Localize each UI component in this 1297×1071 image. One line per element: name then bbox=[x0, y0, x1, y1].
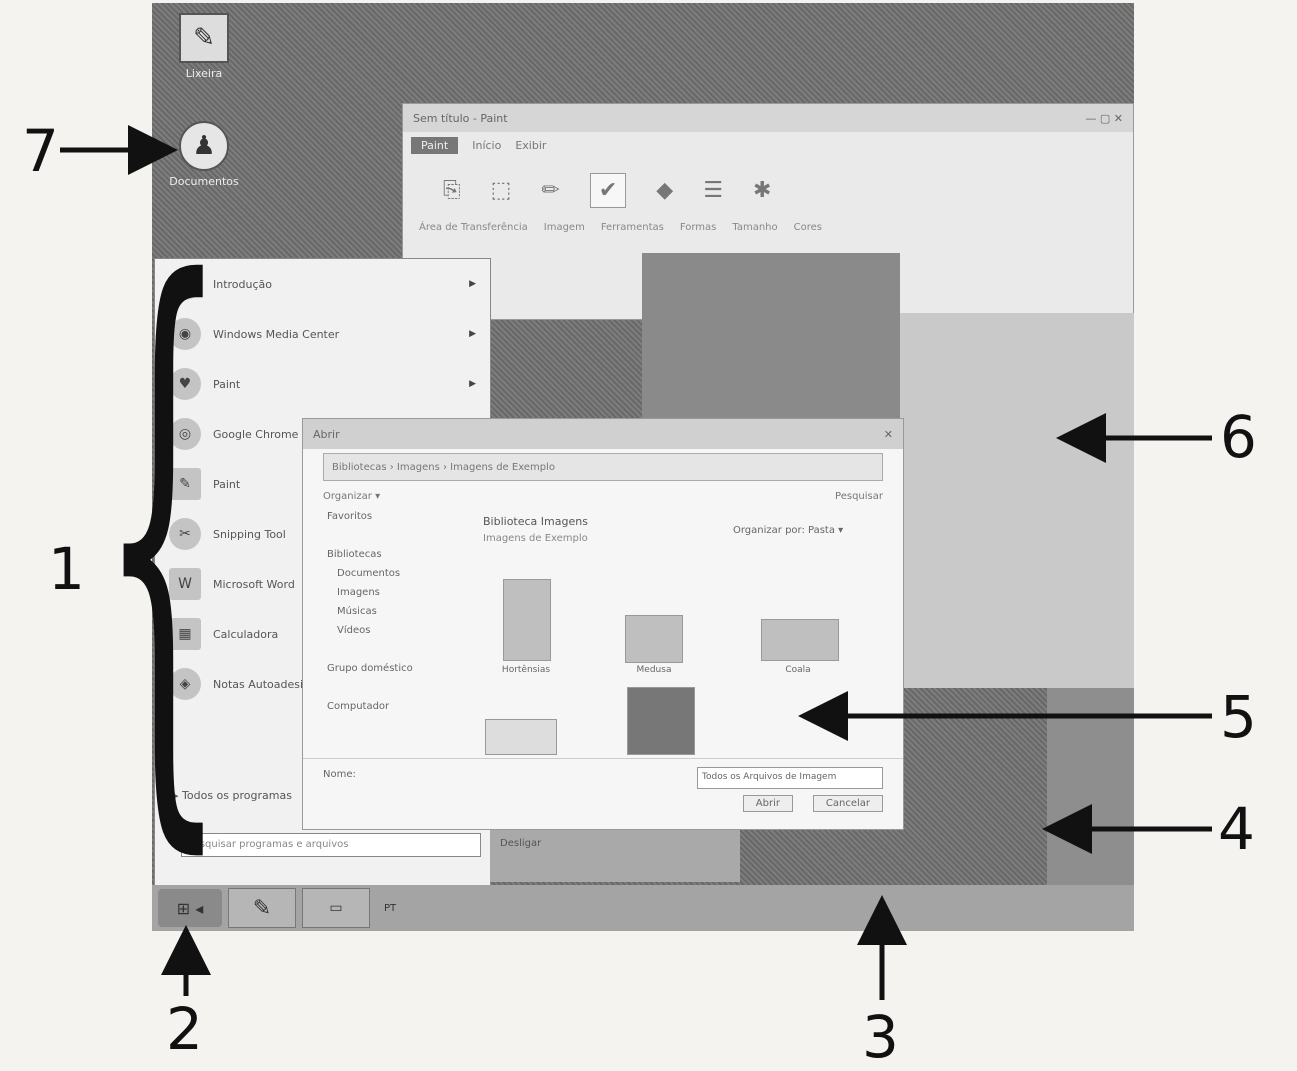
callout-arrows bbox=[60, 125, 1212, 1000]
